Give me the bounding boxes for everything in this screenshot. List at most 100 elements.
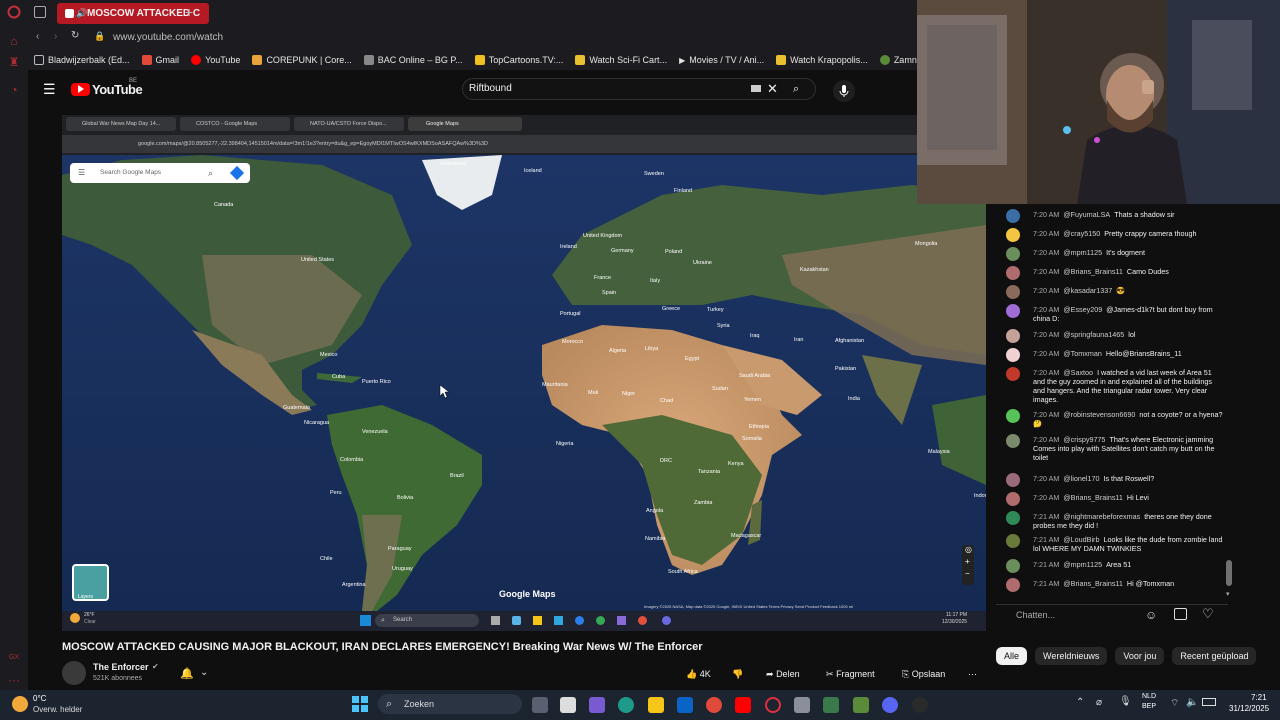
avatar[interactable] xyxy=(1006,209,1020,223)
microphone-icon[interactable]: 🎙 xyxy=(1119,696,1132,707)
clip-button[interactable]: ✂ Fragment xyxy=(826,665,875,683)
chat-author[interactable]: @mpm1125 xyxy=(1063,560,1102,569)
chat-author[interactable]: @lionel170 xyxy=(1063,474,1099,483)
zoom-controls[interactable]: ◎ + − xyxy=(962,545,974,585)
outlook-icon[interactable] xyxy=(677,697,693,713)
inner-tab[interactable]: Global War News Map Day 14... xyxy=(66,117,176,131)
bookmark-item[interactable]: Gmail xyxy=(136,55,186,65)
inner-app-icon[interactable] xyxy=(617,616,626,625)
chip-world-news[interactable]: Wereldnieuws xyxy=(1035,647,1108,665)
avatar[interactable] xyxy=(1006,285,1020,299)
avatar[interactable] xyxy=(1006,434,1020,448)
extensions-icon[interactable]: GX xyxy=(6,650,22,666)
inner-app-icon[interactable] xyxy=(491,616,500,625)
chat-author[interactable]: @Saxtoo xyxy=(1063,368,1093,377)
dislike-button[interactable]: 👎 xyxy=(732,665,743,683)
directions-icon[interactable] xyxy=(229,165,245,181)
avatar[interactable] xyxy=(1006,492,1020,506)
inner-app-icon[interactable] xyxy=(533,616,542,625)
chip-for-you[interactable]: Voor jou xyxy=(1115,647,1165,665)
zoom-out-icon[interactable]: − xyxy=(965,569,970,578)
start-icon[interactable] xyxy=(352,696,368,712)
bookmark-item[interactable]: ▶ Movies / TV / Ani... xyxy=(673,55,770,65)
bell-icon[interactable]: 🔔 xyxy=(180,667,194,680)
wifi-off-icon[interactable]: ⌀ xyxy=(1096,697,1102,708)
back-icon[interactable]: ‹ xyxy=(36,31,39,42)
chat-author[interactable]: @Tomxman xyxy=(1063,349,1101,358)
satellite-map[interactable]: Greenland Iceland Sweden Finland Canada Unite… xyxy=(62,155,986,611)
new-tab-icon[interactable]: + xyxy=(185,4,193,20)
url-field[interactable]: www.youtube.com/watch xyxy=(113,32,223,43)
file-explorer-icon[interactable] xyxy=(648,697,664,713)
emoji-icon[interactable]: ☺ xyxy=(1145,608,1157,622)
menu-icon[interactable]: ☰ xyxy=(43,81,56,98)
chip-all[interactable]: Alle xyxy=(996,647,1028,665)
battery-icon[interactable] xyxy=(1202,698,1216,706)
keyboard-icon[interactable] xyxy=(751,85,761,92)
taskbar-search[interactable]: ⌕ Zoeken xyxy=(378,694,522,714)
app-icon[interactable] xyxy=(853,697,869,713)
channel-avatar[interactable] xyxy=(62,661,86,685)
chip-recent[interactable]: Recent geüpload xyxy=(1172,647,1257,665)
bag-icon[interactable]: ♜ xyxy=(6,54,22,70)
chat-author[interactable]: @springfauna1465 xyxy=(1063,330,1124,339)
network-icon[interactable]: ⌔ xyxy=(1170,697,1179,710)
avatar[interactable] xyxy=(1006,367,1020,381)
home-icon[interactable]: ⌂ xyxy=(6,33,22,49)
youtube-logo[interactable]: YouTube BE xyxy=(71,78,171,99)
avatar[interactable] xyxy=(1006,304,1020,318)
teams-icon[interactable] xyxy=(589,697,605,713)
avatar[interactable] xyxy=(1006,473,1020,487)
bookmark-item[interactable]: YouTube xyxy=(185,55,246,65)
avatar[interactable] xyxy=(1006,534,1020,548)
chat-input[interactable]: Chatten... xyxy=(1016,610,1055,620)
avatar[interactable] xyxy=(1006,409,1020,423)
chat-author[interactable]: @FuyumaLSA xyxy=(1063,210,1110,219)
search-icon[interactable]: ⌕ xyxy=(793,79,799,99)
speaker-icon[interactable]: 🔊 xyxy=(76,3,87,24)
avatar[interactable] xyxy=(1006,348,1020,362)
inner-app-icon[interactable] xyxy=(596,616,605,625)
maps-search-icon[interactable]: ⌕ xyxy=(208,163,213,183)
chat-author[interactable]: @Brians_Brains11 xyxy=(1063,493,1123,502)
chat-author[interactable]: @cray5150 xyxy=(1063,229,1100,238)
keyboard-layout[interactable]: BEP xyxy=(1142,703,1156,710)
voice-search-icon[interactable] xyxy=(833,80,855,102)
chevron-up-icon[interactable]: ⌃ xyxy=(1076,697,1084,708)
chat-author[interactable]: @Essey209 xyxy=(1063,305,1102,314)
scroll-down-icon[interactable]: ▾ xyxy=(1226,590,1230,598)
tab-manager-icon[interactable] xyxy=(34,6,46,18)
weather-widget-icon[interactable] xyxy=(12,696,28,712)
inner-tab[interactable]: COSTCO - Google Maps xyxy=(180,117,290,131)
inner-app-icon[interactable] xyxy=(512,616,521,625)
bookmark-item[interactable]: TopCartoons.TV:... xyxy=(469,55,570,65)
inner-app-icon[interactable] xyxy=(554,616,563,625)
app-icon[interactable] xyxy=(823,697,839,713)
app-icon[interactable] xyxy=(912,697,928,713)
discord-icon[interactable] xyxy=(882,697,898,713)
chat-author[interactable]: @Brians_Brains11 xyxy=(1063,267,1123,276)
avatar[interactable] xyxy=(1006,329,1020,343)
language-code[interactable]: NLD xyxy=(1142,693,1156,700)
more-icon[interactable]: ··· xyxy=(6,672,22,688)
maps-menu-icon[interactable]: ☰ xyxy=(78,163,85,183)
clear-icon[interactable]: ✕ xyxy=(767,79,778,99)
zoom-in-icon[interactable]: + xyxy=(965,557,970,566)
history-icon[interactable]: ◔ xyxy=(6,82,22,98)
avatar[interactable] xyxy=(1006,247,1020,261)
opera-gx-icon[interactable] xyxy=(765,697,781,713)
avatar[interactable] xyxy=(1006,559,1020,573)
share-button[interactable]: ➦ Delen xyxy=(766,665,800,683)
locate-icon[interactable]: ◎ xyxy=(965,545,972,554)
chat-author[interactable]: @crispy9775 xyxy=(1063,435,1105,444)
avatar[interactable] xyxy=(1006,266,1020,280)
chat-author[interactable]: @nightmarebeforexmas xyxy=(1063,512,1140,521)
more-actions-icon[interactable]: ⋯ xyxy=(968,665,977,683)
chevron-down-icon[interactable]: ⌄ xyxy=(200,667,208,678)
bookmark-item[interactable]: Watch Krapopolis... xyxy=(770,55,874,65)
inner-app-icon[interactable] xyxy=(662,616,671,625)
store-icon[interactable] xyxy=(560,697,576,713)
maps-search-input[interactable]: ☰ Search Google Maps ⌕ xyxy=(70,163,250,183)
inner-start-icon[interactable] xyxy=(360,615,371,626)
inner-app-icon[interactable] xyxy=(575,616,584,625)
